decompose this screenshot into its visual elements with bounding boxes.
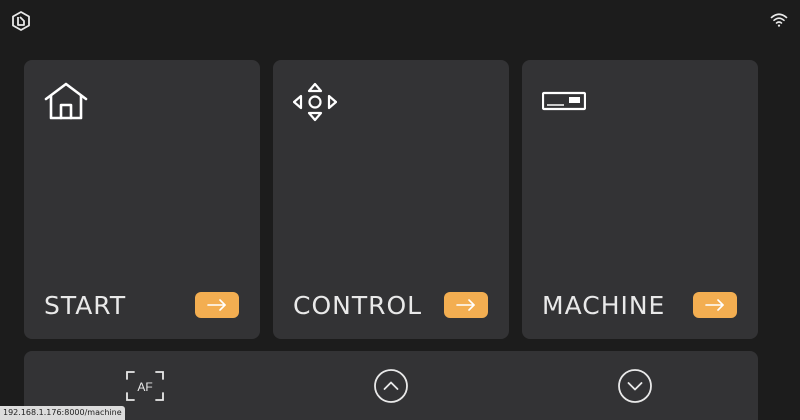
machine-icon <box>541 82 587 122</box>
app-root: START CONTROL MACHINE AF 192.168.1.176:8… <box>0 0 800 420</box>
move-arrows-icon <box>292 82 338 122</box>
arrow-right-icon <box>705 299 724 311</box>
wifi-icon <box>770 12 788 28</box>
chevron-down-icon <box>618 369 652 403</box>
arrow-right-icon <box>207 299 226 311</box>
scroll-down-button[interactable] <box>616 367 654 405</box>
autofocus-label: AF <box>137 380 152 394</box>
scroll-up-button[interactable] <box>372 367 410 405</box>
machine-arrow-button[interactable] <box>693 292 737 318</box>
start-arrow-button[interactable] <box>195 292 239 318</box>
autofocus-button[interactable]: AF <box>126 367 164 405</box>
machine-card-label: MACHINE <box>542 291 666 320</box>
status-url-tooltip: 192.168.1.176:8000/machine <box>0 406 125 420</box>
control-arrow-button[interactable] <box>444 292 488 318</box>
chevron-up-icon <box>374 369 408 403</box>
app-logo-icon <box>10 10 32 32</box>
home-icon <box>44 82 88 122</box>
navigation-cards: START CONTROL MACHINE <box>24 60 758 339</box>
machine-card[interactable]: MACHINE <box>522 60 758 339</box>
control-card[interactable]: CONTROL <box>273 60 509 339</box>
arrow-right-icon <box>456 299 475 311</box>
autofocus-icon: AF <box>126 371 164 401</box>
bottom-action-bar: AF <box>24 351 758 420</box>
start-card-label: START <box>44 291 127 320</box>
start-card[interactable]: START <box>24 60 260 339</box>
control-card-label: CONTROL <box>293 291 423 320</box>
